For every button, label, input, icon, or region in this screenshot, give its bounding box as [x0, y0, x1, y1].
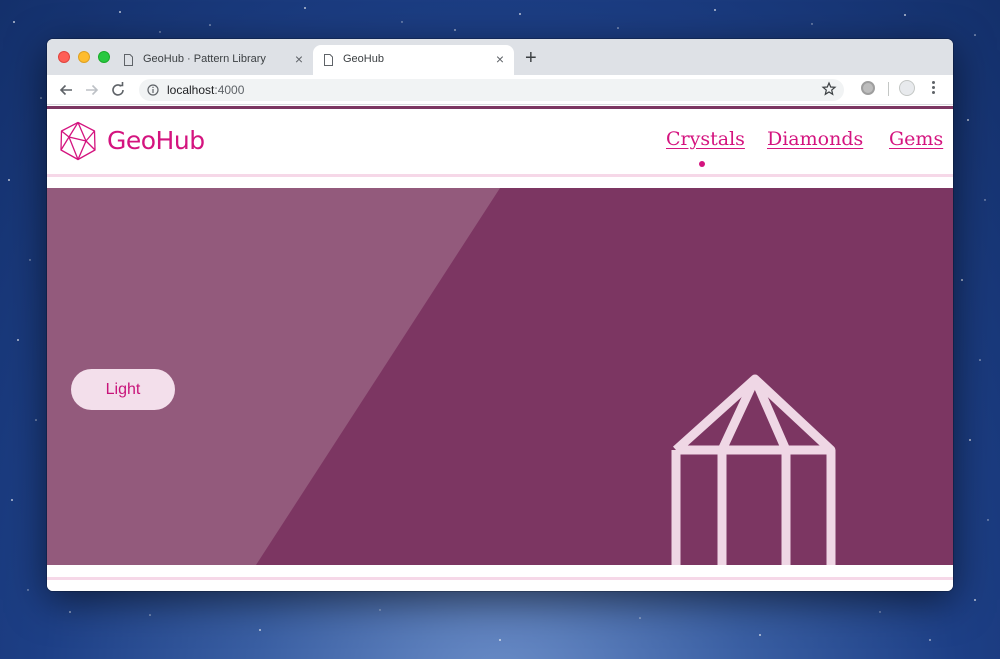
browser-window: GeoHub · Pattern Library × GeoHub × + lo… [47, 39, 953, 591]
reload-icon[interactable] [109, 81, 127, 99]
extension-icon[interactable] [861, 81, 875, 95]
geohub-logo-icon[interactable] [59, 121, 97, 161]
toolbar-divider [888, 82, 889, 96]
footer-divider [47, 577, 953, 580]
back-arrow-icon[interactable] [57, 81, 75, 99]
tab-strip: GeoHub · Pattern Library × GeoHub × + [47, 39, 953, 75]
star-icon[interactable] [821, 81, 837, 97]
browser-toolbar: localhost:4000 [47, 75, 953, 105]
tab-geohub[interactable]: GeoHub × [313, 45, 514, 75]
url-port: :4000 [214, 83, 245, 97]
active-nav-indicator [699, 161, 705, 167]
light-theme-button[interactable]: Light [71, 369, 175, 410]
tab-close-icon[interactable]: × [295, 51, 303, 67]
header-divider [47, 174, 953, 177]
window-minimize-button[interactable] [78, 51, 90, 63]
site-header: GeoHub Crystals Diamonds Gems [47, 109, 953, 172]
tab-title: GeoHub · Pattern Library [143, 53, 266, 65]
window-maximize-button[interactable] [98, 51, 110, 63]
tab-close-icon[interactable]: × [496, 51, 504, 67]
window-close-button[interactable] [58, 51, 70, 63]
info-icon[interactable] [147, 84, 159, 96]
crystal-illustration [671, 374, 836, 565]
address-url: localhost:4000 [167, 83, 244, 97]
hero-section: Light [47, 188, 953, 565]
more-menu-icon[interactable] [931, 81, 935, 95]
forward-arrow-icon[interactable] [83, 81, 101, 99]
url-host: localhost [167, 83, 215, 97]
nav-link-crystals[interactable]: Crystals [666, 128, 745, 150]
brand-name[interactable]: GeoHub [107, 126, 205, 155]
web-page: GeoHub Crystals Diamonds Gems Light [47, 106, 953, 591]
page-icon [324, 54, 333, 66]
address-bar[interactable]: localhost:4000 [139, 79, 844, 101]
nav-link-diamonds[interactable]: Diamonds [767, 128, 863, 150]
profile-icon[interactable] [899, 80, 915, 96]
tab-title: GeoHub [343, 53, 384, 65]
page-icon [124, 54, 133, 66]
new-tab-button[interactable]: + [525, 47, 537, 69]
nav-link-gems[interactable]: Gems [889, 128, 943, 150]
tab-pattern-library[interactable]: GeoHub · Pattern Library × [113, 45, 313, 75]
